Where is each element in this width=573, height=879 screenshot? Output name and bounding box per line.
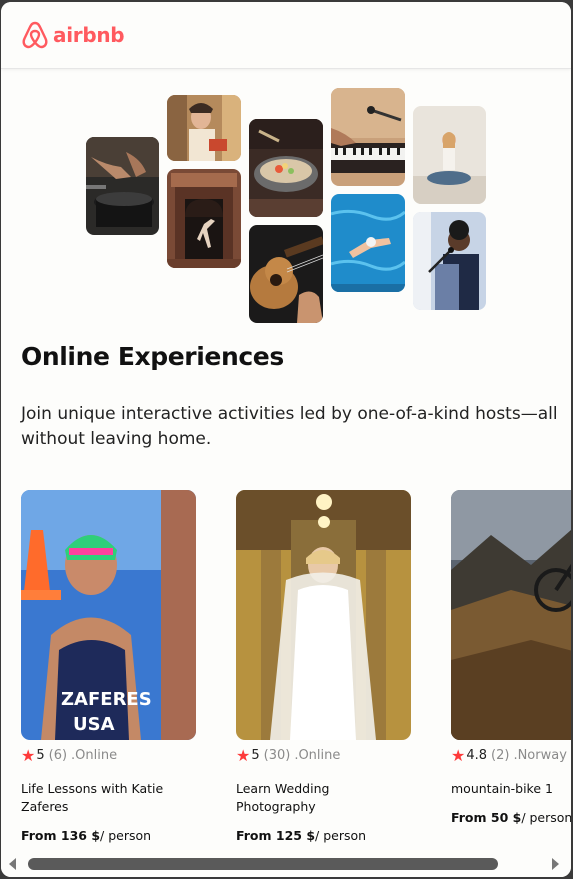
card-rating: ★ 4.8 (2) .Norway xyxy=(451,745,571,765)
scrollbar-thumb[interactable] xyxy=(28,858,498,870)
airbnb-logo[interactable]: airbnb xyxy=(21,20,125,50)
rating-value: 4.8 xyxy=(466,747,488,763)
guitar-photo xyxy=(249,225,323,323)
swimmer-photo xyxy=(331,194,405,292)
app-window: airbnb Online Experiences Join unique in… xyxy=(1,2,571,877)
svg-text:ZAFERES: ZAFERES xyxy=(61,689,152,710)
yoga-photo xyxy=(413,106,486,204)
price-amount: From 125 $ xyxy=(236,828,316,843)
experience-card[interactable]: ★ 4.8 (2) .Norway mountain-bike 1 From 5… xyxy=(451,490,571,825)
card-title[interactable]: Life Lessons with Katie Zaferes xyxy=(21,780,197,816)
svg-text:USA: USA xyxy=(73,714,115,735)
price-unit: / person xyxy=(521,810,571,825)
card-title[interactable]: mountain-bike 1 xyxy=(451,780,571,798)
chef-photo xyxy=(167,95,241,161)
review-count: (30) xyxy=(263,747,291,763)
star-icon: ★ xyxy=(451,745,466,765)
card-image-mountain-bike xyxy=(451,490,571,740)
cooking-photo xyxy=(86,137,159,235)
price-amount: From 136 $ xyxy=(21,828,101,843)
navbar: airbnb xyxy=(1,2,571,69)
scroll-right-arrow-icon[interactable] xyxy=(552,858,559,870)
airbnb-logo-icon xyxy=(22,21,48,49)
review-count: (2) xyxy=(491,747,510,763)
dancer-photo xyxy=(167,169,241,268)
scroll-left-arrow-icon[interactable] xyxy=(9,858,16,870)
card-rating: ★ 5 (6) .Online xyxy=(21,745,197,765)
card-location: .Online xyxy=(71,747,118,763)
rating-value: 5 xyxy=(36,747,45,763)
card-title[interactable]: Learn Wedding Photography xyxy=(236,780,412,816)
food-bowl-photo xyxy=(249,119,323,217)
singer-photo xyxy=(413,212,486,310)
page-title: Online Experiences xyxy=(21,342,284,371)
intro-text: Join unique interactive activities led b… xyxy=(21,404,558,449)
experience-card[interactable]: ZAFERES USA ★ 5 (6) .Online Life Lessons… xyxy=(21,490,197,843)
rating-value: 5 xyxy=(251,747,260,763)
card-location: .Norway xyxy=(513,747,567,763)
star-icon: ★ xyxy=(236,745,251,765)
horizontal-scrollbar[interactable] xyxy=(1,851,571,877)
experience-card[interactable]: ★ 5 (30) .Online Learn Wedding Photograp… xyxy=(236,490,412,843)
card-price: From 136 $/ person xyxy=(21,828,197,843)
card-rating: ★ 5 (30) .Online xyxy=(236,745,412,765)
keyboard-photo xyxy=(331,88,405,186)
brand-name: airbnb xyxy=(53,23,125,47)
price-unit: / person xyxy=(315,828,367,843)
card-location: .Online xyxy=(294,747,341,763)
price-unit: / person xyxy=(100,828,152,843)
star-icon: ★ xyxy=(21,745,36,765)
card-price: From 125 $/ person xyxy=(236,828,412,843)
card-image-athlete: ZAFERES USA xyxy=(21,490,196,740)
price-amount: From 50 $ xyxy=(451,810,522,825)
card-price: From 50 $/ person xyxy=(451,810,571,825)
card-image-bride xyxy=(236,490,411,740)
review-count: (6) xyxy=(48,747,68,763)
